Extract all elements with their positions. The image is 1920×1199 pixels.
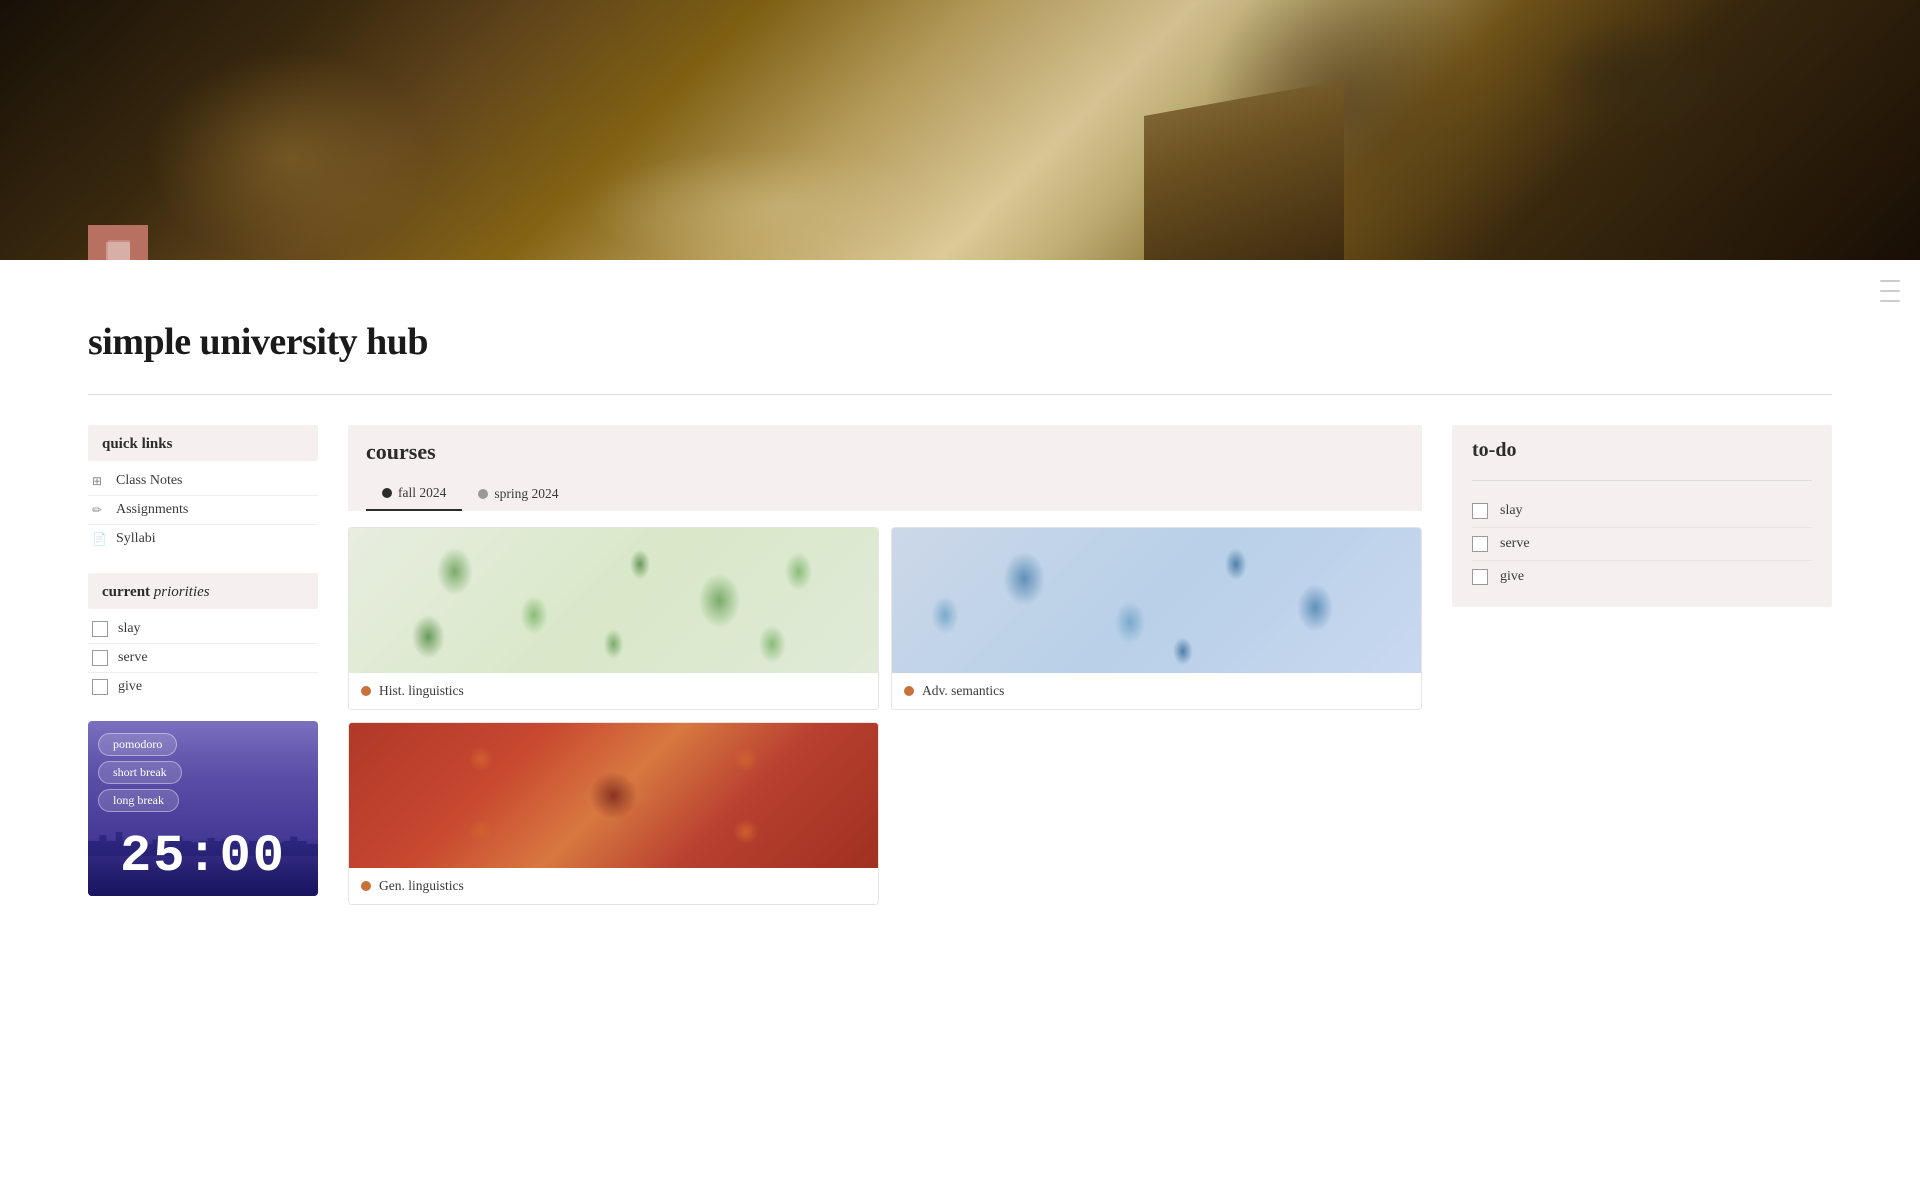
control-line-2	[1880, 290, 1900, 292]
todo-column: to-do slay serve give	[1452, 425, 1832, 607]
gen-linguistics-dot	[361, 881, 371, 891]
class-notes-icon: ⊞	[92, 474, 108, 489]
pomodoro-buttons: pomodoro short break long break	[88, 721, 318, 820]
priority-item-slay[interactable]: slay	[88, 615, 318, 644]
main-content: simple university hub quick links ⊞ Clas…	[0, 260, 1920, 961]
courses-grid: Hist. linguistics Adv. semantics	[348, 527, 1422, 905]
priorities-group: current priorities slay serve give	[88, 573, 318, 701]
courses-tabs: fall 2024 spring 2024	[366, 477, 1404, 511]
spring-tab-dot	[478, 489, 488, 499]
priority-checkbox-slay[interactable]	[92, 621, 108, 637]
priority-label-give: give	[118, 679, 142, 695]
hist-linguistics-label: Hist. linguistics	[349, 673, 878, 709]
header-overlay	[0, 0, 1920, 260]
priorities-header: current priorities	[88, 573, 318, 609]
pomodoro-widget: pomodoro short break long break 25:00	[88, 721, 318, 896]
syllabi-icon: 📄	[92, 532, 108, 547]
page-title: simple university hub	[88, 320, 1832, 364]
todo-checkbox-slay[interactable]	[1472, 503, 1488, 519]
courses-column: courses fall 2024 spring 2024	[348, 425, 1422, 921]
assignments-icon: ✏	[92, 503, 108, 518]
content-layout: quick links ⊞ Class Notes ✏ Assignments …	[88, 425, 1832, 921]
short-break-button[interactable]: short break	[98, 761, 182, 784]
header-banner	[0, 0, 1920, 260]
control-line-3	[1880, 300, 1900, 302]
hist-linguistics-image	[349, 528, 878, 673]
adv-semantics-dot	[904, 686, 914, 696]
spring-tab-label: spring 2024	[494, 486, 558, 502]
todo-item-serve[interactable]: serve	[1472, 528, 1812, 561]
todo-checkbox-give[interactable]	[1472, 569, 1488, 585]
control-line-1	[1880, 280, 1900, 282]
tab-fall-2024[interactable]: fall 2024	[366, 477, 462, 511]
quick-links-title: quick links	[102, 436, 172, 452]
fall-tab-label: fall 2024	[398, 485, 446, 501]
hist-linguistics-dot	[361, 686, 371, 696]
todo-item-give[interactable]: give	[1472, 561, 1812, 593]
todo-title: to-do	[1472, 439, 1812, 462]
quick-links-header: quick links	[88, 425, 318, 461]
pomodoro-button[interactable]: pomodoro	[98, 733, 177, 756]
adv-semantics-image	[892, 528, 1421, 673]
gen-linguistics-image	[349, 723, 878, 868]
gen-linguistics-name: Gen. linguistics	[379, 878, 464, 894]
priority-checkbox-serve[interactable]	[92, 650, 108, 666]
priorities-title: current priorities	[102, 584, 210, 600]
left-column: quick links ⊞ Class Notes ✏ Assignments …	[88, 425, 318, 896]
course-card-adv-semantics[interactable]: Adv. semantics	[891, 527, 1422, 710]
course-card-gen-linguistics[interactable]: Gen. linguistics	[348, 722, 879, 905]
course-card-hist-linguistics[interactable]: Hist. linguistics	[348, 527, 879, 710]
sidebar-controls	[1880, 280, 1900, 302]
tab-spring-2024[interactable]: spring 2024	[462, 478, 574, 510]
todo-checkbox-serve[interactable]	[1472, 536, 1488, 552]
adv-semantics-label: Adv. semantics	[892, 673, 1421, 709]
fall-tab-dot	[382, 488, 392, 498]
priority-label-slay: slay	[118, 621, 141, 637]
pomodoro-timer: 25:00	[88, 827, 318, 886]
courses-title: courses	[366, 439, 1404, 465]
page-divider	[88, 394, 1832, 395]
todo-divider	[1472, 480, 1812, 481]
long-break-button[interactable]: long break	[98, 789, 179, 812]
adv-semantics-name: Adv. semantics	[922, 683, 1004, 699]
courses-header: courses fall 2024 spring 2024	[348, 425, 1422, 511]
page-icon	[88, 225, 148, 260]
assignments-label: Assignments	[116, 502, 188, 518]
sidebar-item-syllabi[interactable]: 📄 Syllabi	[88, 525, 318, 553]
priority-item-give[interactable]: give	[88, 673, 318, 701]
todo-label-give: give	[1500, 569, 1524, 585]
priority-checkbox-give[interactable]	[92, 679, 108, 695]
todo-item-slay[interactable]: slay	[1472, 495, 1812, 528]
class-notes-label: Class Notes	[116, 473, 183, 489]
syllabi-label: Syllabi	[116, 531, 156, 547]
hist-linguistics-name: Hist. linguistics	[379, 683, 464, 699]
courses-body: Hist. linguistics Adv. semantics	[348, 511, 1422, 921]
sidebar-item-class-notes[interactable]: ⊞ Class Notes	[88, 467, 318, 496]
priority-label-serve: serve	[118, 650, 148, 666]
gen-linguistics-label: Gen. linguistics	[349, 868, 878, 904]
todo-label-slay: slay	[1500, 503, 1523, 519]
quick-links-group: quick links ⊞ Class Notes ✏ Assignments …	[88, 425, 318, 553]
todo-label-serve: serve	[1500, 536, 1530, 552]
sidebar-item-assignments[interactable]: ✏ Assignments	[88, 496, 318, 525]
todo-section: to-do slay serve give	[1452, 425, 1832, 607]
priority-item-serve[interactable]: serve	[88, 644, 318, 673]
